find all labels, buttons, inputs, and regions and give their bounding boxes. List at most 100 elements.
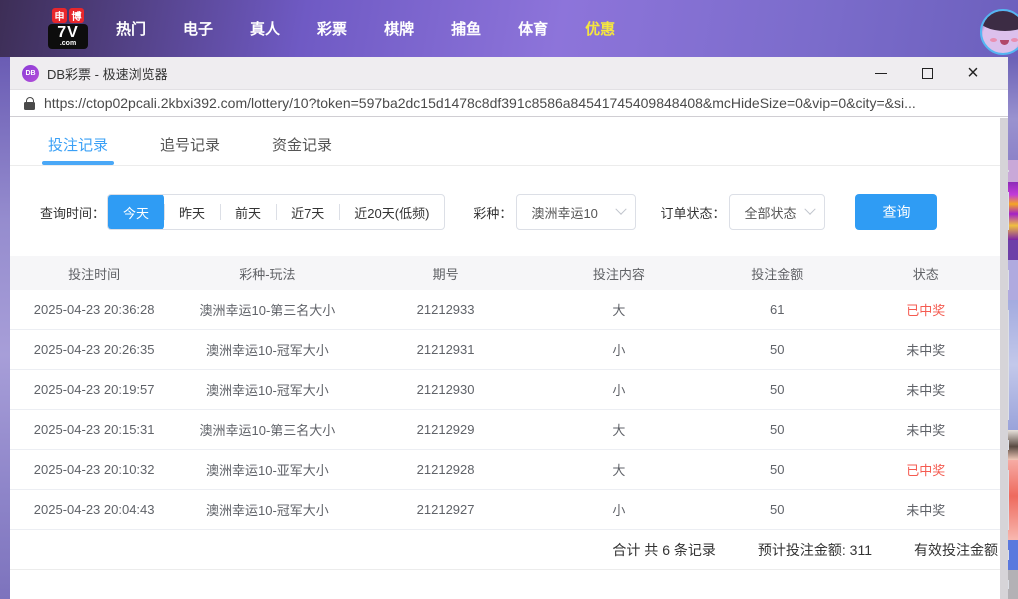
avatar-bun-left	[985, 11, 998, 20]
col-issue: 期号	[432, 266, 459, 282]
window-controls: ×	[858, 59, 996, 87]
close-icon: ×	[967, 62, 979, 84]
site-logo[interactable]: 申 博 7V .com	[48, 8, 88, 49]
cell-issue: 21212931	[416, 342, 475, 357]
nav-item-promo[interactable]: 优惠	[585, 18, 615, 39]
nav-item-sports[interactable]: 体育	[518, 18, 548, 39]
tab-bet-records[interactable]: 投注记录	[41, 134, 115, 165]
logo-com-text: .com	[59, 40, 77, 47]
browser-window: DB DB彩票 - 极速浏览器 × https://ctop02pcali.2k…	[10, 57, 1008, 599]
cell-issue: 21212928	[416, 462, 475, 477]
browser-tab-favicon: DB	[22, 64, 39, 82]
order-status-select[interactable]: 全部状态	[729, 194, 826, 230]
chevron-down-icon	[615, 203, 628, 215]
summary-expected-amount: 预计投注金额: 311	[757, 541, 872, 558]
nav-item-slots[interactable]: 电子	[183, 18, 213, 39]
maximize-icon	[921, 67, 933, 79]
col-bet-amount: 投注金额	[751, 266, 804, 282]
minimize-button[interactable]	[858, 59, 904, 87]
cell-lottery-play: 澳洲幸运10-第三名大小	[199, 303, 336, 318]
window-title: DB彩票 - 极速浏览器	[47, 66, 168, 82]
avatar-blush-left	[990, 38, 997, 42]
summary-total-records: 合计 共 6 条记录	[612, 541, 716, 558]
cell-bet-amount: 50	[769, 462, 785, 477]
url-text[interactable]: https://ctop02pcali.2kbxi392.com/lottery…	[44, 95, 916, 111]
logo-7v-text: 7V	[57, 24, 79, 41]
table-row: 2025-04-23 20:10:32 澳洲幸运10-亚军大小 21212928…	[10, 450, 1000, 490]
page-right-edge	[1008, 57, 1018, 599]
table-row: 2025-04-23 20:26:35 澳洲幸运10-冠军大小 21212931…	[10, 330, 1000, 370]
user-avatar[interactable]	[980, 9, 1018, 55]
nav-item-live[interactable]: 真人	[250, 18, 280, 39]
tab-fund-records[interactable]: 资金记录	[272, 134, 332, 165]
close-button[interactable]: ×	[950, 59, 996, 87]
cell-bet-time: 2025-04-23 20:26:35	[33, 342, 155, 357]
logo-cn-1: 申	[52, 8, 67, 23]
cell-bet-amount: 61	[769, 302, 785, 317]
col-status: 状态	[912, 266, 939, 282]
maximize-button[interactable]	[904, 59, 950, 87]
time-option-yesterday[interactable]: 昨天	[164, 195, 220, 229]
col-lottery-play: 彩种-玩法	[239, 266, 296, 282]
nav-item-board[interactable]: 棋牌	[384, 18, 414, 39]
cell-lottery-play: 澳洲幸运10-冠军大小	[205, 343, 329, 358]
cell-bet-content: 小	[612, 503, 626, 518]
lottery-select[interactable]: 澳洲幸运10	[516, 194, 637, 230]
table-row: 2025-04-23 20:15:31 澳洲幸运10-第三名大小 2121292…	[10, 410, 1000, 450]
page-content: 投注记录 追号记录 资金记录 查询时间： 今天 昨天 前天 近7天 近20天(低…	[10, 117, 1000, 598]
avatar-bun-right	[1010, 11, 1018, 20]
lock-icon	[24, 96, 35, 110]
window-title-bar[interactable]: DB DB彩票 - 极速浏览器 ×	[10, 57, 1008, 90]
nav-item-hot-games[interactable]: 热门	[116, 18, 146, 39]
screen: 申 博 7V .com 热门 电子 真人 彩票 棋牌 捕鱼 体育 优惠 DB D…	[0, 0, 1018, 599]
cell-status: 未中奖	[906, 423, 946, 438]
cell-bet-time: 2025-04-23 20:10:32	[33, 462, 155, 477]
cell-status: 未中奖	[906, 383, 946, 398]
status-select-value: 全部状态	[744, 205, 797, 221]
cell-lottery-play: 澳洲幸运10-亚军大小	[205, 463, 329, 478]
address-bar[interactable]: https://ctop02pcali.2kbxi392.com/lottery…	[10, 90, 1008, 117]
cell-bet-time: 2025-04-23 20:15:31	[33, 422, 155, 437]
cell-issue: 21212930	[416, 382, 475, 397]
scrollbar[interactable]	[1000, 118, 1008, 599]
cell-status: 未中奖	[906, 503, 946, 518]
avatar-blush-right	[1011, 38, 1018, 42]
time-option-today[interactable]: 今天	[108, 195, 165, 229]
time-option-day-before[interactable]: 前天	[220, 195, 276, 229]
bet-records-table: 投注时间 彩种-玩法 期号 投注内容 投注金额 状态 2025-04-23 20…	[10, 256, 1000, 570]
minimize-icon	[875, 72, 887, 74]
table-row: 2025-04-23 20:19:57 澳洲幸运10-冠军大小 21212930…	[10, 370, 1000, 410]
cell-bet-content: 大	[612, 303, 626, 318]
record-tabs: 投注记录 追号记录 资金记录	[10, 117, 1000, 166]
cell-bet-content: 小	[612, 343, 626, 358]
page-left-edge	[0, 57, 10, 599]
cell-bet-content: 小	[612, 383, 626, 398]
tab-chase-records[interactable]: 追号记录	[160, 134, 220, 165]
time-option-7days[interactable]: 近7天	[276, 195, 339, 229]
cell-lottery-play: 澳洲幸运10-冠军大小	[205, 383, 329, 398]
cell-bet-time: 2025-04-23 20:36:28	[33, 302, 155, 317]
cell-lottery-play: 澳洲幸运10-冠军大小	[205, 503, 329, 518]
cell-bet-time: 2025-04-23 20:19:57	[33, 382, 155, 397]
site-header: 申 博 7V .com 热门 电子 真人 彩票 棋牌 捕鱼 体育 优惠	[0, 0, 1018, 57]
col-bet-time: 投注时间	[68, 266, 121, 282]
site-nav: 热门 电子 真人 彩票 棋牌 捕鱼 体育 优惠	[116, 18, 615, 39]
filter-bar: 查询时间： 今天 昨天 前天 近7天 近20天(低频) 彩种： 澳洲幸运10 订…	[10, 194, 1000, 230]
cell-bet-amount: 50	[769, 382, 785, 397]
lottery-filter-label: 彩种：	[473, 205, 513, 221]
cell-issue: 21212927	[416, 502, 475, 517]
time-option-20days[interactable]: 近20天(低频)	[339, 195, 444, 229]
cell-issue: 21212933	[416, 302, 475, 317]
cell-lottery-play: 澳洲幸运10-第三名大小	[199, 423, 336, 438]
nav-item-fishing[interactable]: 捕鱼	[451, 18, 481, 39]
cell-status: 已中奖	[906, 303, 946, 318]
table-row: 2025-04-23 20:36:28 澳洲幸运10-第三名大小 2121293…	[10, 290, 1000, 330]
cell-status: 未中奖	[906, 343, 946, 358]
table-summary: 合计 共 6 条记录 预计投注金额: 311 有效投注金额	[10, 530, 1000, 570]
query-button[interactable]: 查询	[855, 194, 938, 230]
time-range-group: 今天 昨天 前天 近7天 近20天(低频)	[107, 194, 446, 230]
nav-item-lottery[interactable]: 彩票	[317, 18, 347, 39]
table-header-row: 投注时间 彩种-玩法 期号 投注内容 投注金额 状态	[10, 256, 1000, 290]
cell-status: 已中奖	[906, 463, 946, 478]
table-body: 2025-04-23 20:36:28 澳洲幸运10-第三名大小 2121293…	[10, 290, 1000, 530]
